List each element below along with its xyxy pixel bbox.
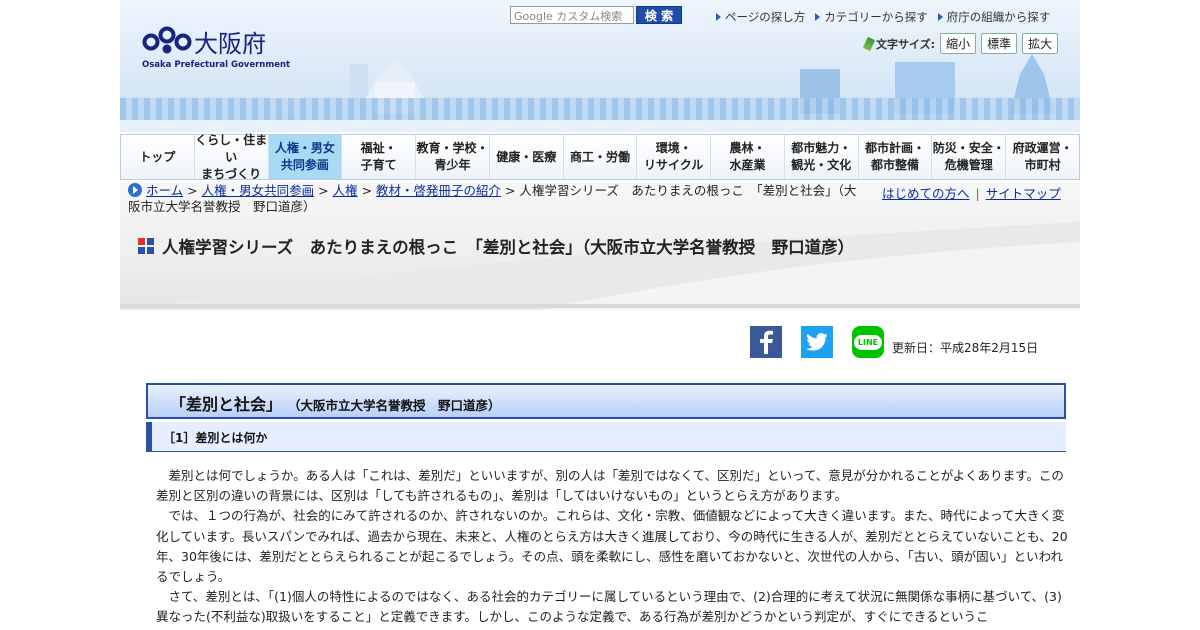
section-heading-text: ［1］差別とは何か [163, 431, 268, 445]
title-squares-icon [138, 238, 154, 254]
paragraph: 差別とは何でしょうか。ある人は「これは、差別だ」といいますが、別の人は「差別では… [156, 468, 1064, 504]
breadcrumb-home[interactable]: ホーム [146, 183, 183, 198]
last-updated: 更新日：平成28年2月15日 [892, 340, 1039, 355]
link-find-by-organization[interactable]: 府庁の組織から探す [937, 9, 1050, 25]
arrow-right-icon [716, 13, 721, 21]
breadcrumb-human-rights[interactable]: 人権 [333, 183, 358, 198]
logo-japanese-name: 大阪府 [194, 30, 266, 58]
paragraph: さて、差別とは、「(1)個人の特性によるのではなく、ある社会的カテゴリーに属して… [156, 589, 1062, 625]
nav-item-city-appeal-tourism[interactable]: 都市魅力・ 観光・文化 [785, 135, 859, 179]
pencil-icon [862, 36, 876, 51]
link-how-to-find-pages[interactable]: ページの探し方 [716, 9, 805, 25]
content-heading: 「差別と社会」 （大阪市立大学名誉教授 野口道彦） [146, 383, 1066, 419]
page-title: 人権学習シリーズ あたりまえの根っこ 「差別と社会」（大阪市立大学名誉教授 野口… [138, 234, 854, 258]
breadcrumb-teaching-materials[interactable]: 教材・啓発冊子の紹介 [376, 183, 501, 198]
line-icon[interactable]: LINE [852, 326, 884, 358]
header-wave-base [120, 120, 1080, 132]
nav-item-welfare-childcare[interactable]: 福祉・ 子育て [342, 135, 417, 179]
nav-item-urban-planning[interactable]: 都市計画・ 都市整備 [859, 135, 933, 179]
breadcrumb: ホーム > 人権・男女共同参画 > 人権 > 教材・啓発冊子の紹介 > 人権学習… [128, 183, 857, 214]
osaka-emblem-icon [142, 26, 192, 54]
arrow-right-icon [937, 13, 943, 21]
breadcrumb-area: ホーム > 人権・男女共同参画 > 人権 > 教材・啓発冊子の紹介 > 人権学習… [120, 182, 1080, 310]
font-size-controls: 文字サイズ: 縮小 標準 拡大 [862, 33, 1059, 54]
line-icon-label: LINE [853, 334, 883, 350]
search-input[interactable]: Google カスタム検索 [510, 6, 634, 24]
nav-item-living-housing[interactable]: くらし・住まい まちづくり [195, 133, 269, 181]
nav-item-disaster-safety[interactable]: 防災・安全・ 危機管理 [932, 135, 1007, 179]
arrow-right-icon [815, 13, 821, 21]
nav-item-human-rights-equality[interactable]: 人権・男女 共同参画 [268, 135, 343, 179]
nav-item-education[interactable]: 教育・学校・ 青少年 [416, 135, 490, 179]
logo-english-name: Osaka Prefectural Government [142, 60, 291, 70]
font-size-label: 文字サイズ: [876, 37, 936, 51]
nav-item-health-medical[interactable]: 健康・医療 [490, 135, 564, 179]
page: 大阪府 Osaka Prefectural Government Google … [120, 0, 1080, 630]
content-heading-author: （大阪市立大学名誉教授 野口道彦） [288, 398, 501, 413]
nav-item-administration-municipalities[interactable]: 府政運営・ 市町村 [1006, 135, 1079, 179]
utility-links: はじめての方へ | サイトマップ [882, 186, 1061, 201]
article-body: 差別とは何でしょうか。ある人は「これは、差別だ」といいますが、別の人は「差別では… [156, 466, 1068, 628]
share-bar: LINE 更新日：平成28年2月15日 [750, 326, 1038, 358]
page-title-text: 人権学習シリーズ あたりまえの根っこ 「差別と社会」（大阪市立大学名誉教授 野口… [162, 238, 855, 257]
facebook-icon[interactable] [750, 326, 782, 358]
header-links: ページの探し方 カテゴリーから探す 府庁の組織から探す [716, 9, 1050, 25]
link-find-by-category[interactable]: カテゴリーから探す [815, 9, 928, 25]
nav-item-agriculture-fishery[interactable]: 農林・ 水産業 [711, 135, 785, 179]
content-heading-title: 「差別と社会」 [170, 395, 283, 414]
font-size-larger-button[interactable]: 拡大 [1022, 33, 1059, 54]
nav-item-environment-recycling[interactable]: 環境・ リサイクル [637, 135, 712, 179]
paragraph: では、１つの行為が、社会的にみて許されるのか、許されないのか。これらは、文化・宗… [156, 508, 1068, 585]
search-button[interactable]: 検 索 [636, 6, 682, 24]
breadcrumb-arrow-icon [128, 183, 142, 197]
font-size-standard-button[interactable]: 標準 [981, 33, 1018, 54]
nav-item-commerce-labor[interactable]: 商工・労働 [564, 135, 638, 179]
global-navigation: トップ くらし・住まい まちづくり 人権・男女 共同参画 福祉・ 子育て 教育・学校・ … [120, 133, 1080, 181]
breadcrumb-human-rights-equality[interactable]: 人権・男女共同参画 [202, 183, 315, 198]
font-size-smaller-button[interactable]: 縮小 [940, 33, 977, 54]
section-heading: ［1］差別とは何か [146, 422, 1066, 452]
first-time-visitors-link[interactable]: はじめての方へ [882, 186, 970, 201]
sitemap-link[interactable]: サイトマップ [986, 186, 1061, 201]
site-header: 大阪府 Osaka Prefectural Government Google … [120, 0, 1080, 132]
nav-item-top[interactable]: トップ [121, 135, 195, 179]
twitter-icon[interactable] [801, 326, 833, 358]
